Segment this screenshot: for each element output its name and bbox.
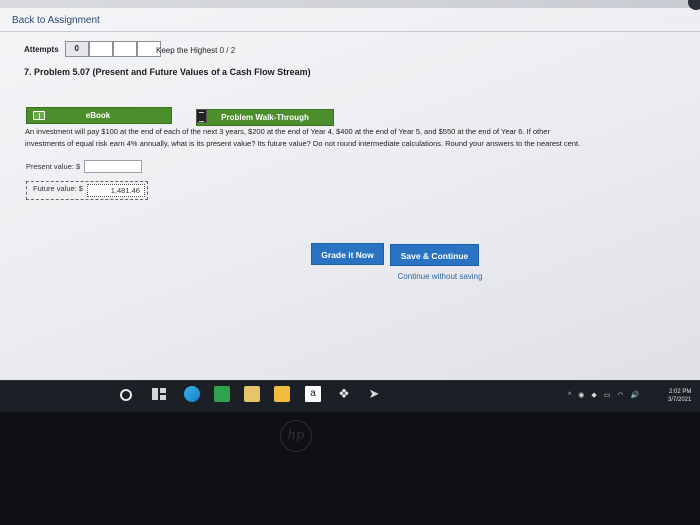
network-icon[interactable]: ◉ bbox=[578, 391, 584, 399]
window-control-icon[interactable] bbox=[688, 0, 700, 10]
clock-date: 3/7/2021 bbox=[668, 397, 692, 403]
app-arrow-icon[interactable]: ➤ bbox=[366, 386, 382, 402]
save-and-continue-button[interactable]: Save & Continue bbox=[390, 244, 479, 266]
browser-screen: Back to Assignment Attempts 0 Keep the H… bbox=[0, 0, 700, 380]
future-value-row: Future value: $ 1,481.46 bbox=[26, 181, 148, 200]
chevron-up-icon[interactable]: ^ bbox=[568, 392, 571, 399]
future-value-input[interactable]: 1,481.46 bbox=[86, 184, 145, 197]
problem-walkthrough-button[interactable]: Problem Walk-Through bbox=[196, 109, 334, 126]
system-tray: ^ ◉ ◆ ▭ ◠ 🔊 bbox=[568, 389, 639, 401]
walkthrough-label: Problem Walk-Through bbox=[221, 113, 309, 122]
present-value-currency: $ bbox=[75, 162, 81, 171]
attempt-box bbox=[112, 41, 137, 57]
browser-top-strip bbox=[0, 0, 700, 8]
future-value-focus-ring: Future value: $ 1,481.46 bbox=[26, 181, 148, 200]
future-value-currency: $ bbox=[78, 184, 83, 193]
file-explorer-icon[interactable] bbox=[274, 386, 290, 402]
edge-icon[interactable] bbox=[184, 386, 200, 402]
search-icon[interactable] bbox=[120, 389, 132, 401]
clock-time: 2:02 PM bbox=[669, 389, 692, 395]
problem-title: 7. Problem 5.07 (Present and Future Valu… bbox=[24, 67, 311, 77]
keep-highest-value: 0 / 2 bbox=[219, 46, 236, 55]
continue-without-saving-link[interactable]: Continue without saving bbox=[390, 272, 490, 281]
app-icon[interactable] bbox=[214, 386, 230, 402]
present-value-input[interactable] bbox=[84, 160, 143, 173]
calculator-icon[interactable] bbox=[244, 386, 260, 402]
keep-highest-score: Keep the Highest 0 / 2 bbox=[156, 46, 235, 55]
attempts-row: Attempts 0 bbox=[24, 41, 161, 57]
attempts-label: Attempts bbox=[24, 44, 59, 54]
ebook-button[interactable]: eBook bbox=[26, 107, 172, 124]
ebook-label: eBook bbox=[85, 111, 111, 120]
question-text: An investment will pay $100 at the end o… bbox=[25, 126, 695, 150]
present-value-label: Present value: bbox=[26, 162, 74, 171]
task-view-icon[interactable] bbox=[152, 386, 168, 402]
question-line: An investment will pay $100 at the end o… bbox=[25, 127, 550, 136]
back-to-assignment-link[interactable]: Back to Assignment bbox=[12, 15, 100, 26]
present-value-row: Present value: $ bbox=[26, 160, 143, 173]
dropbox-icon[interactable]: ❖ bbox=[336, 386, 352, 402]
grade-it-now-button[interactable]: Grade it Now bbox=[311, 243, 384, 265]
wifi-icon[interactable]: ◠ bbox=[617, 391, 623, 399]
future-value-label: Future value: bbox=[33, 184, 77, 193]
attempt-box bbox=[88, 41, 113, 57]
attempt-box: 0 bbox=[64, 41, 89, 57]
ebook-icon bbox=[33, 111, 45, 120]
question-line: investments of equal risk earn 4% annual… bbox=[25, 139, 581, 148]
taskbar-clock[interactable]: 2:02 PM 3/7/2021 bbox=[668, 388, 691, 404]
laptop-bezel bbox=[0, 412, 700, 525]
hp-logo: hp bbox=[280, 420, 312, 452]
header-divider bbox=[0, 31, 700, 32]
volume-icon[interactable]: 🔊 bbox=[631, 391, 640, 399]
walkthrough-icon bbox=[196, 109, 207, 123]
keep-highest-label: Keep the Highest bbox=[156, 46, 218, 55]
battery-icon[interactable]: ▭ bbox=[604, 391, 611, 399]
amazon-icon[interactable]: a bbox=[305, 386, 321, 402]
app-tray-icon[interactable]: ◆ bbox=[591, 391, 596, 399]
